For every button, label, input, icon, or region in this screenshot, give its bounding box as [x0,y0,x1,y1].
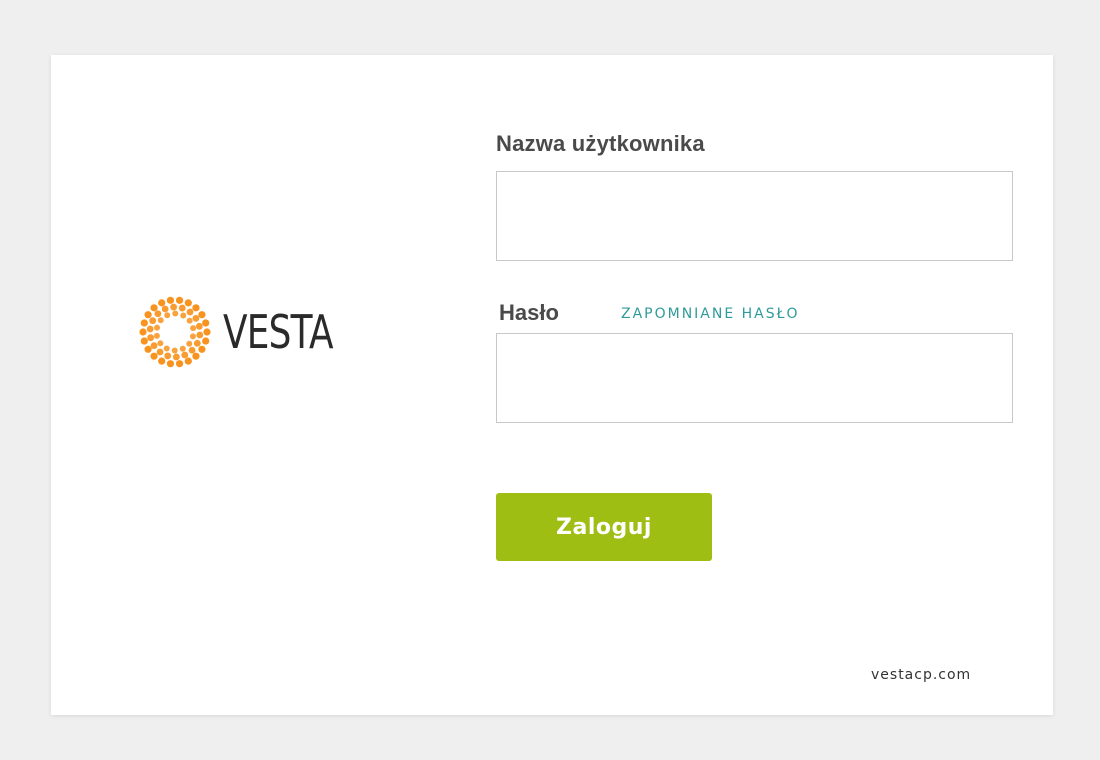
logo-dot [166,360,175,368]
logo-dot [153,332,160,339]
forgot-password-link[interactable]: ZAPOMNIANE HASŁO [621,306,800,322]
logo-dot [202,337,210,345]
logo-dot [180,312,187,319]
logo-dot [178,304,186,312]
logo-dot [175,360,184,368]
logo-dot [154,324,161,331]
logo-dot [192,304,200,312]
login-page: VESTA Nazwa użytkownika Hasło ZAPOMNIANE… [0,0,1100,760]
logo-dot [170,303,178,311]
login-card: VESTA Nazwa użytkownika Hasło ZAPOMNIANE… [51,55,1053,715]
logo-dot [157,340,164,347]
logo-dot [172,310,179,317]
logo-dot [166,296,175,304]
logo-dot [198,311,206,319]
logo-dot [161,305,169,313]
logo-dot [164,312,171,319]
logo-dot [156,348,164,356]
logo-dot [144,345,152,353]
logo-dot [192,314,200,322]
logo-dot [149,317,157,325]
logo-dot [139,328,147,336]
logo-dot [163,345,170,352]
logo-dot [198,345,206,353]
logo-dot [190,325,197,332]
logo-dot [186,308,194,316]
logo-dot [192,352,200,360]
vesta-ring-logo-icon [139,296,211,368]
logo-dot [147,334,155,342]
logo-dot [140,319,148,327]
logo-dot [195,322,203,330]
logo-dot [154,310,162,318]
username-label: Nazwa użytkownika [496,131,705,156]
logo-dot [189,333,196,340]
password-label: Hasło [499,300,559,325]
logo-dot [175,296,184,304]
logo-dot [186,317,193,324]
logo-dot [158,299,166,307]
logo-dot [146,325,154,333]
logo-dot [202,319,210,327]
login-button[interactable]: Zaloguj [496,493,712,561]
logo-dot [158,357,166,365]
logo-dot [172,353,180,361]
logo-dot [196,331,204,339]
logo-dot [150,342,158,350]
vesta-logo: VESTA [137,291,377,373]
vestacp-link[interactable]: vestacp.com [871,667,971,683]
logo-dot [203,328,211,336]
logo-dot [164,352,172,360]
logo-dot [171,347,178,354]
password-input[interactable] [496,333,1013,423]
logo-dot [184,299,192,307]
logo-dot [157,317,164,324]
logo-dot [150,352,158,360]
logo-dot [188,346,196,354]
logo-dot [186,340,193,347]
logo-dot [140,337,148,345]
logo-dot [193,339,201,347]
logo-text: VESTA [223,305,334,359]
logo-dot [184,357,192,365]
logo-dot [150,304,158,312]
username-input[interactable] [496,171,1013,261]
logo-dot [144,311,152,319]
logo-dot [181,351,189,359]
logo-dot [179,345,186,352]
